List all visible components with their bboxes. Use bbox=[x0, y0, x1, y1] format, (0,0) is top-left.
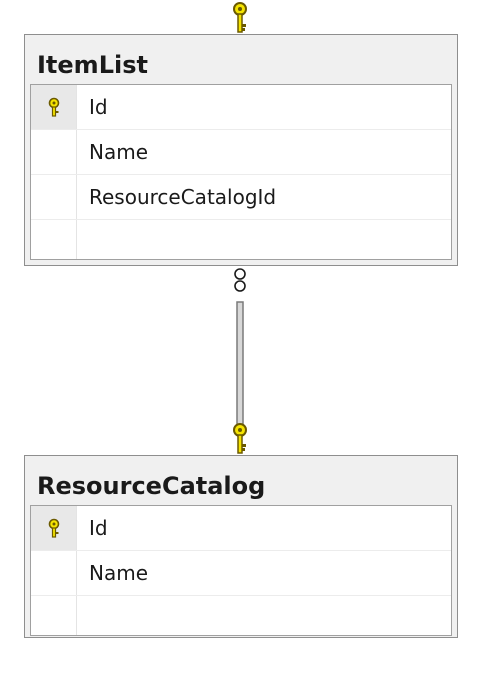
row-marker bbox=[31, 596, 77, 635]
top-relationship-key-icon bbox=[233, 2, 247, 33]
column-list: Id Name bbox=[30, 505, 452, 636]
key-icon bbox=[46, 97, 62, 117]
relationship-line[interactable] bbox=[226, 266, 254, 456]
primary-key-marker bbox=[31, 85, 77, 129]
column-list: Id Name ResourceCatalogId bbox=[30, 84, 452, 260]
table-resourcecatalog[interactable]: ResourceCatalog Id Name bbox=[24, 455, 458, 638]
table-itemlist[interactable]: ItemList Id Name ResourceCatalogId bbox=[24, 34, 458, 266]
column-name: Id bbox=[89, 516, 108, 540]
column-row-name[interactable]: Name bbox=[31, 130, 451, 175]
table-title: ItemList bbox=[37, 51, 148, 79]
column-row-id[interactable]: Id bbox=[31, 506, 451, 551]
new-column-row[interactable] bbox=[31, 596, 451, 635]
column-name: ResourceCatalogId bbox=[89, 185, 277, 209]
key-icon bbox=[46, 518, 62, 538]
key-icon bbox=[233, 423, 247, 454]
empty-column-name bbox=[77, 220, 89, 259]
row-marker bbox=[31, 175, 77, 219]
row-marker bbox=[31, 220, 77, 259]
row-marker bbox=[31, 551, 77, 595]
column-name: Id bbox=[89, 95, 108, 119]
empty-column-name bbox=[77, 596, 89, 635]
table-title: ResourceCatalog bbox=[37, 472, 266, 500]
column-name: Name bbox=[89, 140, 149, 164]
column-row-name[interactable]: Name bbox=[31, 551, 451, 596]
column-name: Name bbox=[89, 561, 149, 585]
infinity-icon bbox=[234, 268, 246, 292]
column-row-id[interactable]: Id bbox=[31, 85, 451, 130]
primary-key-marker bbox=[31, 506, 77, 550]
column-row-resourcecatalogid[interactable]: ResourceCatalogId bbox=[31, 175, 451, 220]
row-marker bbox=[31, 130, 77, 174]
new-column-row[interactable] bbox=[31, 220, 451, 259]
